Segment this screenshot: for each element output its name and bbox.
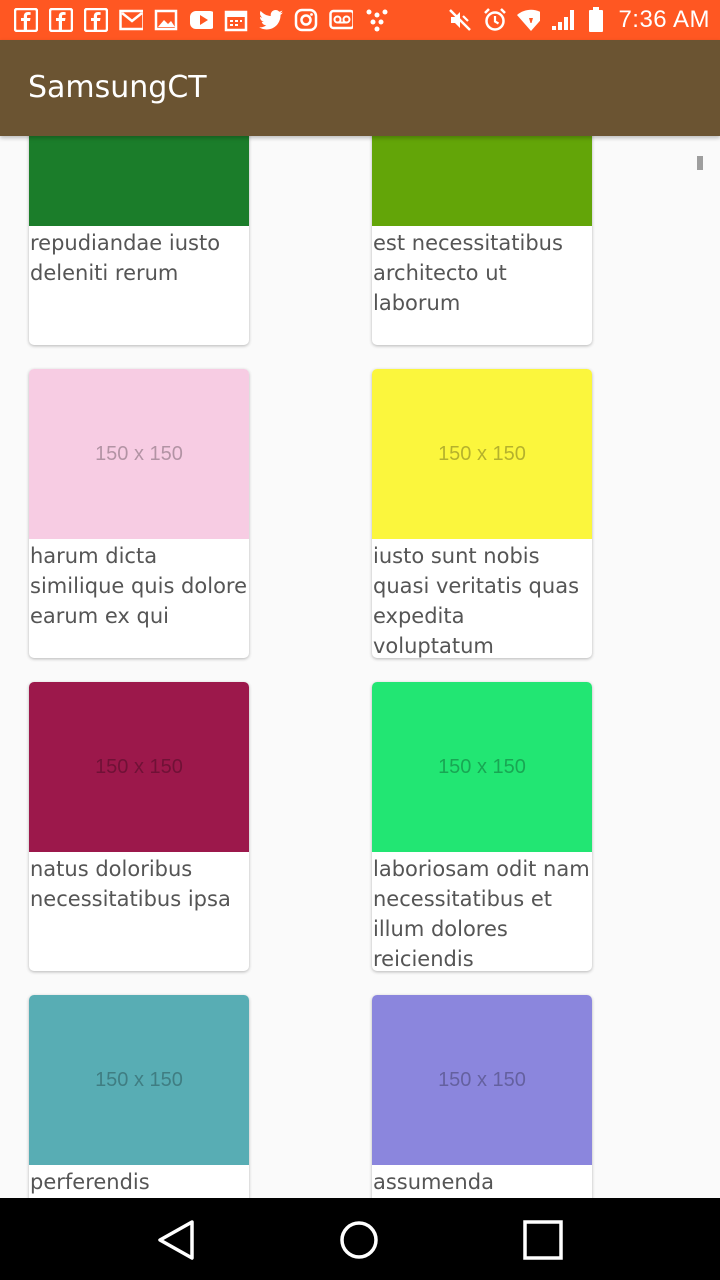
facebook-icon <box>14 8 38 32</box>
card-caption: harum dicta similique quis dolore earum … <box>30 544 248 628</box>
card-item[interactable]: 150 x 150 assumenda <box>372 995 592 1198</box>
signal-icon <box>550 8 575 32</box>
card-caption: assumenda <box>373 1170 494 1194</box>
card-item[interactable]: 150 x 150 natus doloribus necessitatibus… <box>29 682 249 971</box>
card-thumbnail: 150 x 150 <box>372 682 592 852</box>
mute-icon <box>448 8 472 32</box>
navigation-bar <box>0 1198 720 1280</box>
facebook-icon <box>84 8 108 32</box>
card-thumbnail <box>29 136 249 226</box>
card-item[interactable]: 150 x 150 iusto sunt nobis quasi veritat… <box>372 369 592 658</box>
app-title: SamsungCT <box>28 70 207 105</box>
dots-icon <box>364 8 388 32</box>
card-grid[interactable]: repudiandae iusto deleniti rerum est nec… <box>0 136 720 1198</box>
card-caption: iusto sunt nobis quasi veritatis quas ex… <box>373 544 580 658</box>
system-icons: 7:36 AM <box>448 6 710 34</box>
card-item[interactable]: 150 x 150 perferendis <box>29 995 249 1198</box>
card-caption: perferendis <box>30 1170 150 1194</box>
status-bar: 7:36 AM <box>0 0 720 40</box>
scrollbar[interactable] <box>697 156 703 170</box>
calendar-icon <box>224 8 248 32</box>
gallery-icon <box>154 8 178 32</box>
card-caption: laboriosam odit nam necessitatibus et il… <box>373 857 590 971</box>
card-thumbnail: 150 x 150 <box>29 369 249 539</box>
card-caption: repudiandae iusto deleniti rerum <box>30 231 221 285</box>
card-thumbnail: 150 x 150 <box>29 682 249 852</box>
notification-icons <box>14 7 388 33</box>
card-thumbnail <box>372 136 592 226</box>
card-caption: est necessitatibus architecto ut laborum <box>373 231 563 315</box>
card-thumbnail: 150 x 150 <box>29 995 249 1165</box>
back-icon[interactable] <box>152 1216 200 1264</box>
clock: 7:36 AM <box>618 6 710 33</box>
card-item[interactable]: 150 x 150 laboriosam odit nam necessitat… <box>372 682 592 971</box>
card-thumbnail: 150 x 150 <box>372 369 592 539</box>
battery-icon <box>584 7 608 32</box>
youtube-icon <box>189 8 213 32</box>
app-toolbar: SamsungCT <box>0 40 720 136</box>
home-icon[interactable] <box>335 1216 383 1264</box>
twitter-icon <box>259 8 283 32</box>
card-item[interactable]: repudiandae iusto deleniti rerum <box>29 136 249 345</box>
wifi-icon <box>516 8 541 32</box>
card-item[interactable]: est necessitatibus architecto ut laborum <box>372 136 592 345</box>
card-item[interactable]: 150 x 150 harum dicta similique quis dol… <box>29 369 249 658</box>
card-caption: natus doloribus necessitatibus ipsa <box>30 857 231 911</box>
voicemail-icon <box>329 8 353 32</box>
gmail-icon <box>119 8 143 32</box>
alarm-icon <box>482 8 507 32</box>
recents-icon[interactable] <box>519 1216 567 1264</box>
instagram-icon <box>294 8 318 32</box>
card-thumbnail: 150 x 150 <box>372 995 592 1165</box>
facebook-icon <box>49 8 73 32</box>
